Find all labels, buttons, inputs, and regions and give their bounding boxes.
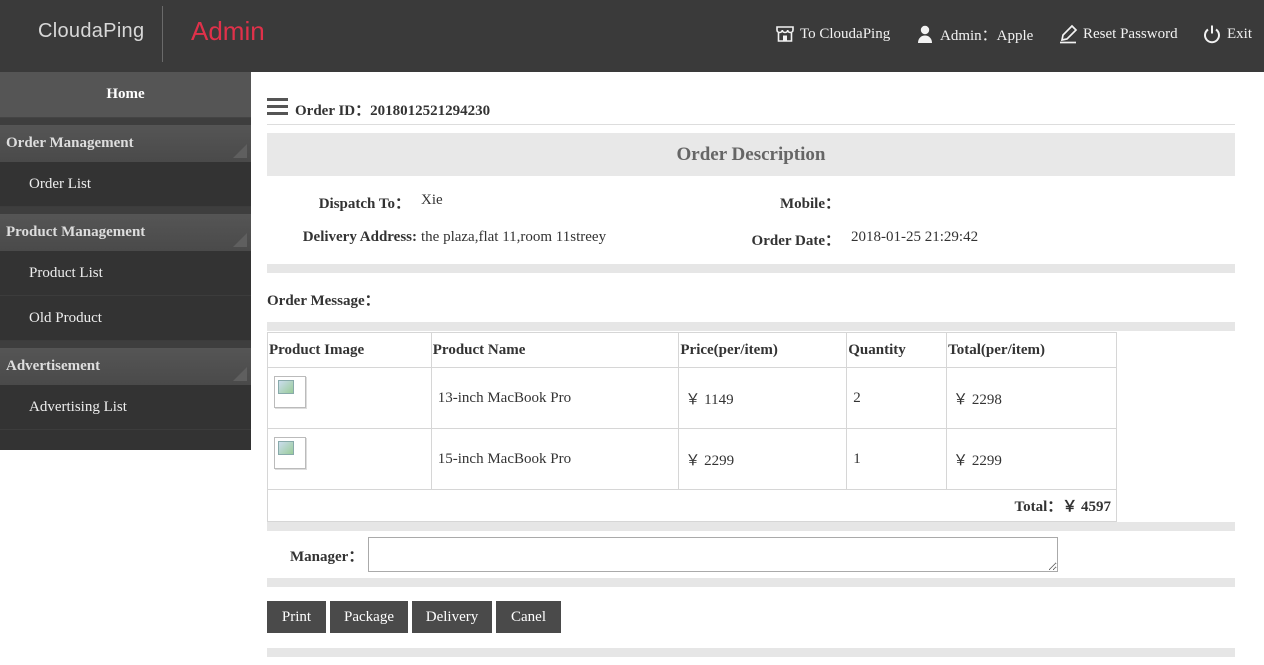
table-row: 13-inch MacBook Pro ￥ 1149 2 ￥ 2298 (267, 367, 1117, 429)
dispatch-value: Xie (421, 192, 443, 208)
column-header: Total(per/item) (946, 332, 1117, 368)
reset-password-link[interactable]: Reset Password (1058, 22, 1178, 46)
package-button[interactable]: Package (330, 601, 408, 633)
sidebar-group-order-management[interactable]: Order Management (0, 118, 251, 162)
table-header-row: Product Image Product Name Price(per/ite… (267, 332, 1117, 368)
divider-strip (267, 522, 1235, 531)
address-label: Delivery Address: (302, 229, 417, 245)
exit-link[interactable]: Exit (1202, 22, 1252, 46)
pen-icon (1058, 24, 1078, 44)
product-total: ￥ 2298 (946, 367, 1117, 429)
to-site-link[interactable]: To CloudaPing (775, 22, 890, 46)
divider-strip (267, 578, 1235, 587)
menu-icon[interactable] (267, 98, 288, 115)
reset-password-label: Reset Password (1083, 25, 1178, 42)
column-header: Product Name (430, 332, 680, 368)
top-bar: CloudaPing Admin To CloudaPing Admin：App… (0, 0, 1264, 72)
order-header: Order ID：2018012521294230 (267, 96, 1235, 125)
manager-label: Manager： (290, 549, 364, 565)
column-header: Product Image (267, 332, 432, 368)
product-name: 15-inch MacBook Pro (430, 428, 680, 490)
sidebar-item-advertising-list[interactable]: Advertising List (0, 385, 251, 430)
divider-strip (267, 322, 1235, 331)
to-site-label: To CloudaPing (800, 25, 891, 42)
order-id-value: 2018012521294230 (370, 103, 491, 119)
sidebar-group-product-management[interactable]: Product Management (0, 207, 251, 251)
product-price: ￥ 2299 (678, 428, 848, 490)
column-header: Price(per/item) (678, 332, 848, 368)
corner-triangle-icon (233, 367, 247, 381)
column-header: Quantity (846, 332, 948, 368)
product-total: ￥ 2299 (946, 428, 1117, 490)
order-id-label: Order ID： (295, 103, 371, 119)
address-value: the plaza,flat 11,room 11streey (421, 229, 607, 245)
logo-divider (162, 6, 163, 62)
sidebar-item-old-product[interactable]: Old Product (0, 296, 251, 341)
mobile-label: Mobile： (780, 196, 840, 212)
sidebar-group-label: Product Management (6, 224, 146, 240)
store-icon (775, 24, 795, 44)
product-price: ￥ 1149 (678, 367, 848, 429)
admin-user-label: Admin：Apple (940, 27, 1034, 44)
sidebar-item-product-list[interactable]: Product List (0, 251, 251, 296)
admin-title: Admin (191, 16, 265, 46)
sidebar: Home Order Management Order List Product… (0, 72, 251, 450)
divider-strip (267, 648, 1235, 657)
cancel-button[interactable]: Canel (496, 601, 561, 633)
broken-image-icon (274, 376, 306, 408)
product-quantity: 1 (846, 428, 948, 490)
exit-label: Exit (1227, 25, 1252, 42)
product-name: 13-inch MacBook Pro (430, 367, 680, 429)
divider-strip (267, 264, 1235, 273)
order-date-value: 2018-01-25 21:29:42 (851, 229, 979, 245)
order-id: Order ID：2018012521294230 (295, 99, 490, 120)
power-icon (1202, 24, 1222, 44)
sidebar-item-order-list[interactable]: Order List (0, 162, 251, 207)
product-image-cell (267, 428, 432, 490)
section-title: Order Description (267, 133, 1235, 176)
corner-triangle-icon (233, 144, 247, 158)
manager-input[interactable] (368, 537, 1058, 572)
order-message-label: Order Message： (267, 293, 380, 309)
broken-image-icon (274, 437, 306, 469)
total-row: Total：￥ 4597 (267, 489, 1117, 522)
delivery-button[interactable]: Delivery (412, 601, 492, 633)
table-row: 15-inch MacBook Pro ￥ 2299 1 ￥ 2299 (267, 428, 1117, 490)
sidebar-group-label: Order Management (6, 135, 134, 151)
sidebar-group-advertisement[interactable]: Advertisement (0, 341, 251, 385)
user-icon (915, 24, 935, 44)
order-total: Total：￥ 4597 (267, 489, 1117, 522)
sidebar-group-label: Advertisement (6, 358, 101, 374)
dispatch-label: Dispatch To： (318, 196, 410, 212)
corner-triangle-icon (233, 233, 247, 247)
product-quantity: 2 (846, 367, 948, 429)
sidebar-home[interactable]: Home (0, 72, 251, 118)
brand-logo[interactable]: CloudaPing (38, 20, 144, 43)
product-image-cell (267, 367, 432, 429)
order-items-table: Product Image Product Name Price(per/ite… (267, 332, 1117, 522)
print-button[interactable]: Print (267, 601, 326, 633)
order-date-label: Order Date： (751, 233, 840, 249)
admin-user-link[interactable]: Admin：Apple (915, 22, 1033, 46)
